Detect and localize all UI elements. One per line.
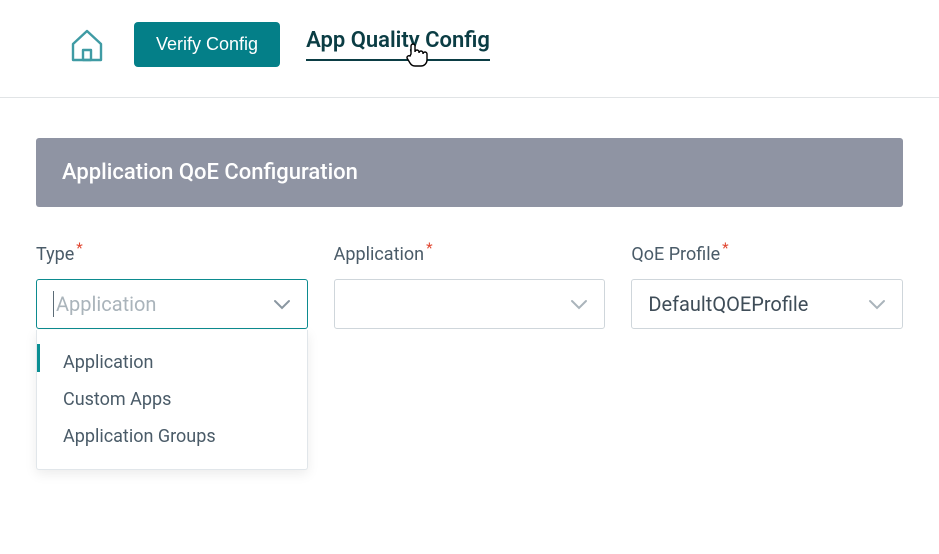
type-select[interactable]: Application Application Custom Apps Appl… [36,279,308,329]
tab-label: App Quality Config [306,28,490,53]
field-label-type: Type* [36,239,308,265]
required-asterisk: * [722,239,728,257]
panel-header: Application QoE Configuration [36,138,903,207]
application-select[interactable] [334,279,606,329]
dropdown-active-marker [37,344,40,372]
chevron-down-icon [273,292,291,316]
type-dropdown: Application Custom Apps Application Grou… [36,330,308,470]
text-cursor [53,291,54,317]
field-application: Application* [334,239,606,329]
type-option-application[interactable]: Application [37,344,307,381]
field-qoe-profile: QoE Profile* DefaultQOEProfile [631,239,903,329]
type-placeholder: Application [56,292,156,316]
required-asterisk: * [426,239,432,257]
type-option-custom-apps[interactable]: Custom Apps [37,381,307,418]
tab-app-quality-config[interactable]: App Quality Config [306,28,490,61]
chevron-down-icon [570,292,588,316]
top-bar: Verify Config App Quality Config [0,0,939,98]
field-type: Type* Application Application Custom App… [36,239,308,329]
verify-config-button[interactable]: Verify Config [134,22,280,67]
content-area: Application QoE Configuration Type* Appl… [0,98,939,400]
home-icon[interactable] [66,24,108,66]
field-label-qoe-profile: QoE Profile* [631,239,903,265]
qoe-profile-value: DefaultQOEProfile [648,292,808,316]
type-option-application-groups[interactable]: Application Groups [37,418,307,455]
chevron-down-icon [868,292,886,316]
field-label-application: Application* [334,239,606,265]
required-asterisk: * [76,239,82,257]
qoe-profile-select[interactable]: DefaultQOEProfile [631,279,903,329]
fields-row: Type* Application Application Custom App… [36,239,903,329]
